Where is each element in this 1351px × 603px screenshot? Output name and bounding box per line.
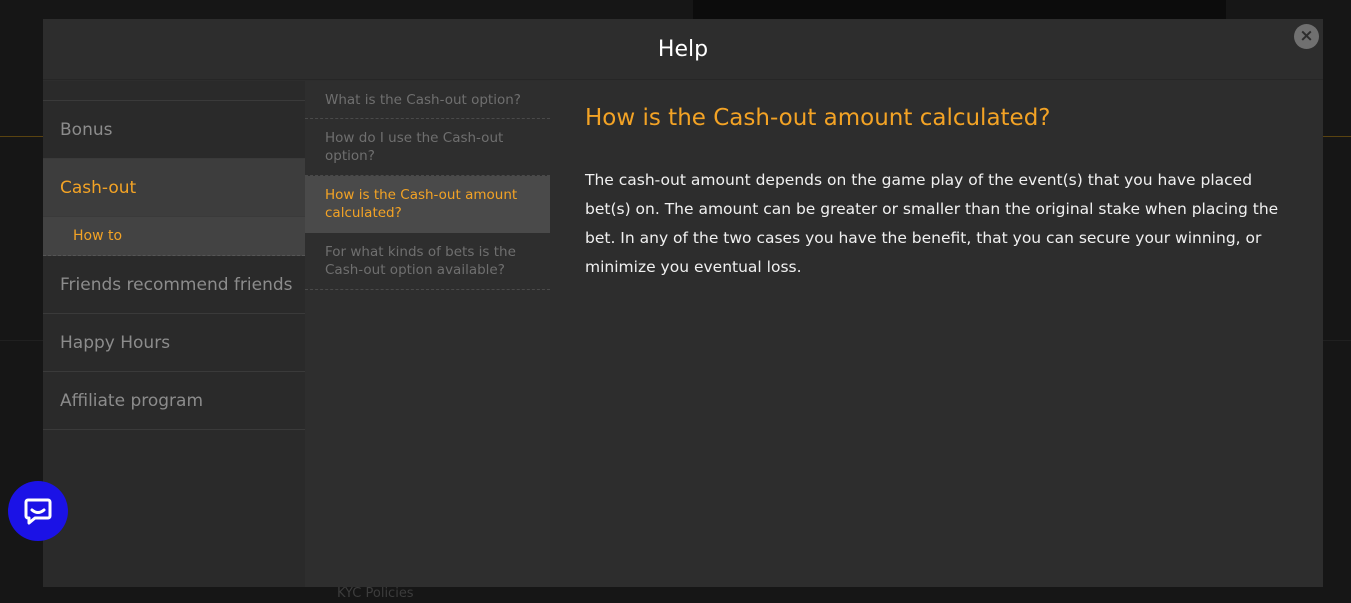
category-item-friends-recommend-friends[interactable]: Friends recommend friends [43,256,305,314]
modal-title: Help [657,36,709,62]
question-item-how-to-use-cash-out[interactable]: How do I use the Cash-out option? [305,119,550,176]
category-item-bonus[interactable]: Bonus [43,101,305,159]
background-header-block [693,0,1226,20]
close-icon: × [1299,26,1314,46]
close-button[interactable]: × [1294,24,1319,49]
answer-title: How is the Cash-out amount calculated? [585,105,1051,131]
modal-header: Help [43,19,1323,80]
chat-button[interactable] [8,481,68,541]
category-item-happy-hours[interactable]: Happy Hours [43,314,305,372]
category-list: Bonus Cash-out How to Friends recommend … [43,81,305,587]
chat-bubble-icon [24,498,52,525]
category-list-spacer [43,81,305,101]
question-item-which-bets-available[interactable]: For what kinds of bets is the Cash-out o… [305,233,550,290]
category-item-cash-out[interactable]: Cash-out [43,159,305,217]
category-subitem-how-to[interactable]: How to [43,217,305,256]
category-item-affiliate-program[interactable]: Affiliate program [43,372,305,430]
answer-body: The cash-out amount depends on the game … [585,171,1279,276]
background-footer-link[interactable]: KYC Policies [337,586,414,601]
question-item-how-is-amount-calculated[interactable]: How is the Cash-out amount calculated? [305,176,550,233]
question-list: What is the Cash-out option? How do I us… [305,81,550,587]
question-item-what-is-cash-out[interactable]: What is the Cash-out option? [305,81,550,119]
answer-panel: How is the Cash-out amount calculated? T… [585,105,1285,282]
help-modal: Help Bonus Cash-out How to Friends recom… [43,19,1323,587]
